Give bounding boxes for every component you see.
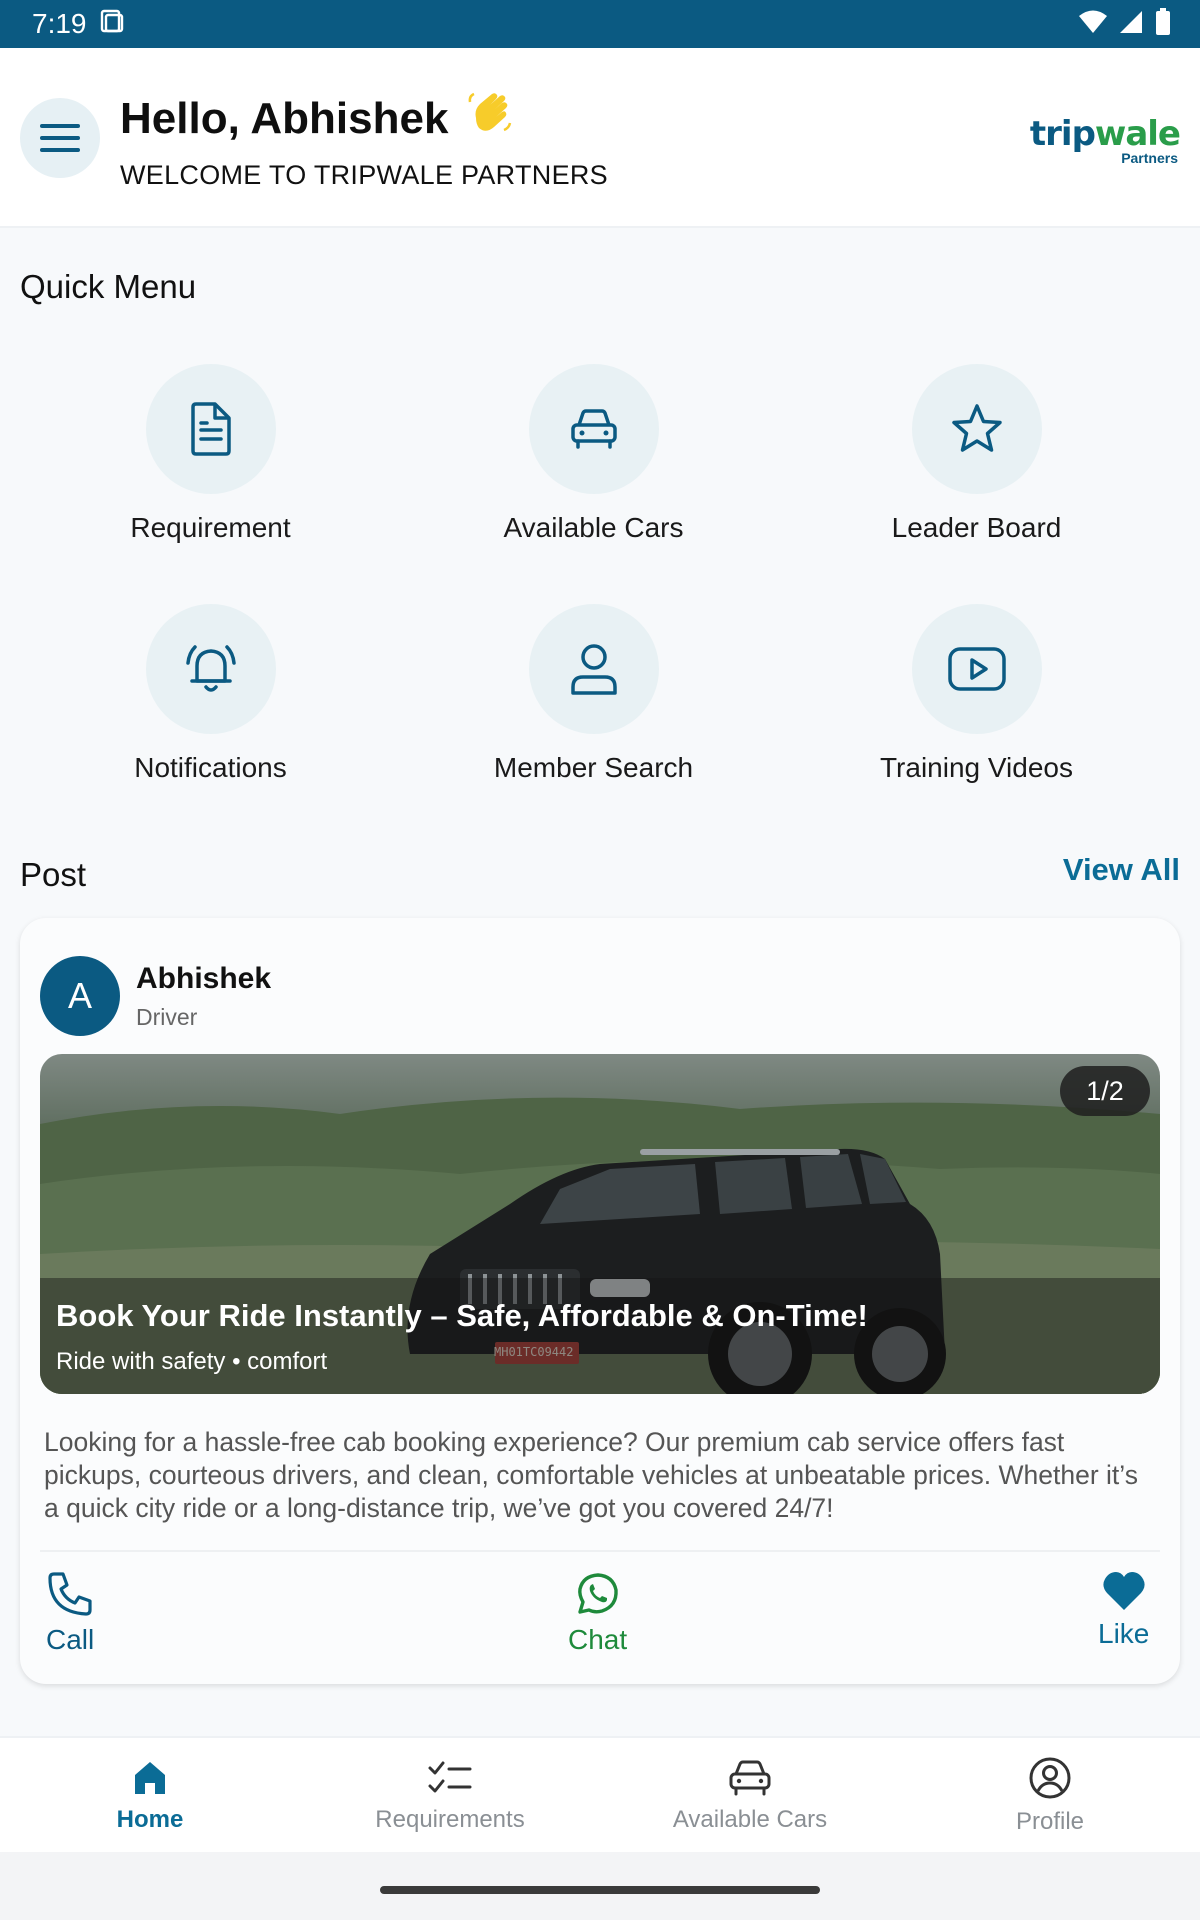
- quick-menu-member-search[interactable]: Member Search: [402, 604, 785, 804]
- slide-counter-badge: 1/2: [1060, 1066, 1150, 1116]
- heart-icon: [1103, 1572, 1145, 1610]
- bottom-navigation: Home Requirements Available Cars Profile: [0, 1736, 1200, 1852]
- quick-menu-available-cars[interactable]: Available Cars: [402, 364, 785, 564]
- user-icon: [570, 644, 617, 695]
- post-card: A Abhishek Driver 1/2 MH01TC09442 Book Y…: [20, 918, 1180, 1684]
- call-button[interactable]: Call: [46, 1570, 94, 1656]
- quick-menu-label: Member Search: [493, 752, 694, 783]
- checklist-icon: [428, 1761, 472, 1793]
- signal-icon: [1118, 9, 1144, 40]
- image-caption-overlay: Book Your Ride Instantly – Safe, Afforda…: [40, 1278, 1160, 1394]
- phone-icon: [48, 1572, 92, 1616]
- nav-label: Profile: [1015, 1808, 1085, 1835]
- document-icon: [190, 402, 231, 456]
- nav-available-cars[interactable]: Available Cars: [600, 1738, 900, 1854]
- avatar: A: [40, 956, 120, 1036]
- post-author-role: Driver: [136, 1004, 198, 1030]
- greeting-text: Hello, Abhishek: [120, 93, 449, 143]
- tripwale-logo: tripwale Partners: [1030, 114, 1181, 168]
- view-all-link[interactable]: View All: [1063, 852, 1180, 888]
- nav-label: Available Cars: [672, 1806, 828, 1833]
- screenshot-icon: [99, 8, 125, 41]
- hamburger-icon: [40, 124, 80, 152]
- post-section-title: Post: [20, 856, 87, 893]
- image-caption-title: Book Your Ride Instantly – Safe, Afforda…: [56, 1298, 868, 1333]
- logo-wordmark: tripwale: [1029, 114, 1181, 154]
- image-caption-subtitle: Ride with safety • comfort: [56, 1348, 328, 1375]
- status-bar: 7:19: [0, 0, 1200, 48]
- home-icon: [135, 1762, 165, 1794]
- waving-hand-icon: [466, 90, 512, 147]
- wifi-icon: [1078, 9, 1108, 40]
- nav-requirements[interactable]: Requirements: [300, 1738, 600, 1854]
- bell-icon: [185, 645, 236, 692]
- greeting-heading: Hello, Abhishek: [120, 90, 512, 147]
- welcome-subtitle: WELCOME TO TRIPWALE PARTNERS: [120, 160, 608, 190]
- quick-menu-label: Notifications: [134, 752, 287, 783]
- nav-label: Home: [116, 1806, 184, 1833]
- quick-menu-label: Available Cars: [503, 512, 684, 543]
- quick-menu-requirement[interactable]: Requirement: [19, 364, 402, 564]
- quick-menu-leader-board[interactable]: Leader Board: [785, 364, 1168, 564]
- gesture-navigation-area: [0, 1852, 1200, 1920]
- chat-button[interactable]: Chat: [568, 1570, 627, 1656]
- post-author-name: Abhishek: [136, 962, 272, 995]
- call-label: Call: [46, 1624, 95, 1655]
- whatsapp-icon: [577, 1573, 618, 1614]
- like-label: Like: [1098, 1618, 1150, 1649]
- like-button[interactable]: Like: [1098, 1570, 1149, 1650]
- app-header: Hello, Abhishek WELCOME TO TRIPWALE PART…: [0, 48, 1200, 228]
- quick-menu-training-videos[interactable]: Training Videos: [785, 604, 1168, 804]
- nav-home[interactable]: Home: [0, 1738, 300, 1854]
- chat-label: Chat: [568, 1624, 628, 1655]
- nav-label: Requirements: [375, 1806, 525, 1833]
- hamburger-menu-button[interactable]: [20, 98, 100, 178]
- quick-menu-label: Training Videos: [879, 752, 1073, 783]
- logo-subtitle: Partners: [1121, 150, 1178, 166]
- quick-menu-label: Requirement: [130, 512, 291, 543]
- status-time: 7:19: [32, 8, 87, 39]
- car-icon: [729, 1760, 771, 1796]
- star-icon: [951, 404, 1002, 452]
- post-divider: [40, 1550, 1160, 1552]
- gesture-handle[interactable]: [380, 1886, 820, 1894]
- quick-menu-notifications[interactable]: Notifications: [19, 604, 402, 804]
- nav-profile[interactable]: Profile: [900, 1738, 1200, 1854]
- post-body-text: Looking for a hassle-free cab booking ex…: [44, 1427, 1138, 1523]
- video-icon: [947, 647, 1006, 691]
- quick-menu-title: Quick Menu: [20, 268, 197, 305]
- profile-icon: [1029, 1757, 1071, 1799]
- car-icon: [570, 409, 617, 449]
- post-image-carousel[interactable]: 1/2 MH01TC09442 Book Your Ride Instantly…: [40, 1054, 1160, 1394]
- battery-icon: [1154, 7, 1172, 41]
- quick-menu-label: Leader Board: [891, 512, 1062, 543]
